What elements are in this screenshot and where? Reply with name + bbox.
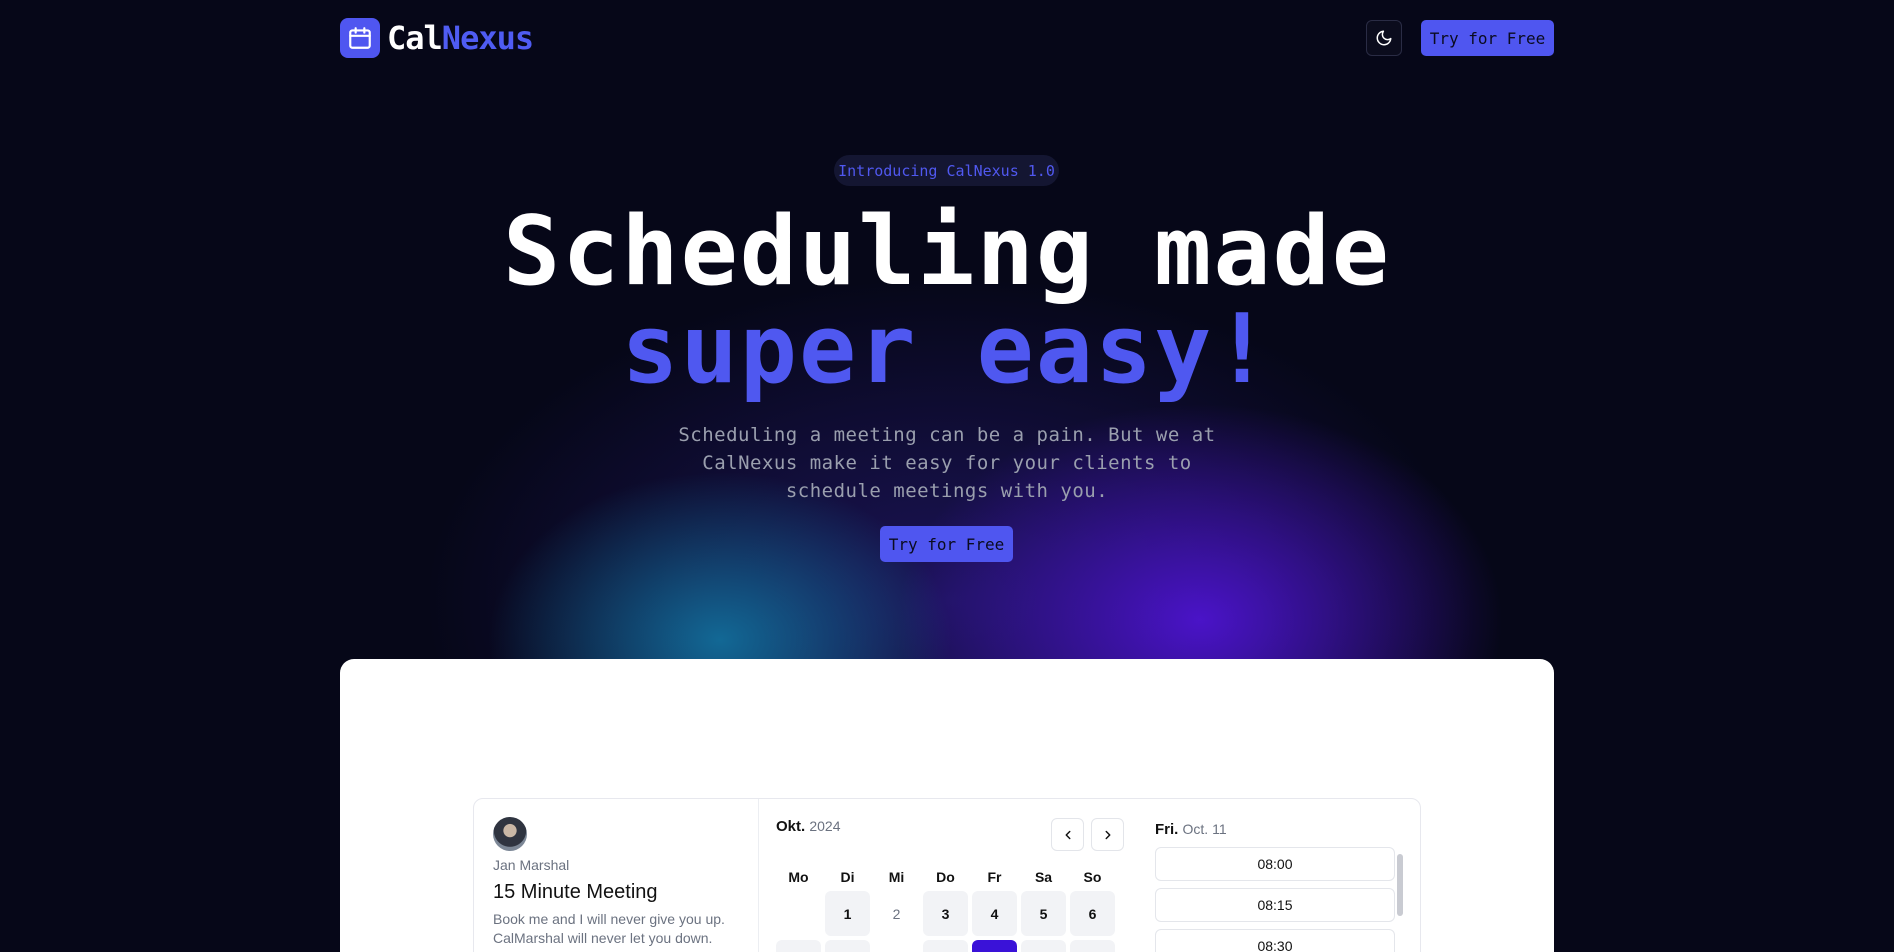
selected-date-label: Oct. 11 [1182,821,1227,837]
calendar-grid: Mo Di Mi Do Fr Sa So 1 2 3 4 5 6 [776,869,1115,952]
brand-name-cal: Cal [387,19,443,57]
month-label: Okt. [776,818,806,835]
weekday-header: Mo [788,869,809,885]
headline-line-1: Scheduling made [503,197,1391,307]
weekday-header: Fr [987,869,1002,885]
calendar-day[interactable]: 3 [923,891,968,936]
time-slot-button[interactable]: 08:15 [1155,888,1395,922]
host-name: Jan Marshal [493,857,570,873]
calendar-day[interactable] [1021,940,1066,952]
weekday-header: So [1083,869,1102,885]
theme-toggle-button[interactable] [1366,20,1402,56]
calendar-day-unavailable: 2 [892,905,901,922]
hero-subtext: Scheduling a meeting can be a pain. But … [678,424,1216,502]
meeting-title: 15 Minute Meeting [493,881,658,903]
nav-actions: Try for Free [1366,20,1554,56]
hero-try-free-button[interactable]: Try for Free [880,526,1013,562]
time-slots: Fri. Oct. 11 08:00 08:15 08:30 [1141,799,1421,952]
calendar-empty-cell [874,940,919,952]
moon-icon [1376,30,1392,46]
avatar [493,817,527,851]
headline-line-2: super easy! [621,295,1273,405]
weekday-header: Mi [888,869,905,885]
booking-widget: Jan Marshal 15 Minute Meeting Book me an… [473,798,1421,952]
month-navigation [1051,818,1124,851]
calendar-day[interactable]: 5 [1021,891,1066,936]
top-navigation: CalNexus Try for Free [340,17,1554,59]
hero-headline: Scheduling made super easy! [0,203,1894,399]
weekday-header: Di [840,869,855,885]
calendar-day[interactable] [776,940,821,952]
meeting-info: Jan Marshal 15 Minute Meeting Book me an… [474,799,759,952]
preview-panel: Jan Marshal 15 Minute Meeting Book me an… [340,659,1554,952]
weekday-header: Sa [1034,869,1053,885]
calendar-day[interactable]: 6 [1070,891,1115,936]
intro-badge: Introducing CalNexus 1.0 [834,155,1059,186]
calendar-empty-cell [776,891,821,936]
selected-weekday: Fri. [1155,821,1179,838]
prev-month-button[interactable] [1051,818,1084,851]
selected-date: Fri. Oct. 11 [1155,821,1407,838]
year-label: 2024 [809,818,841,834]
calendar-day[interactable] [923,940,968,952]
chevron-left-icon [1065,830,1070,839]
brand-logo[interactable]: CalNexus [340,18,534,58]
calendar-day[interactable] [825,940,870,952]
slot-list-scrollbar[interactable] [1397,854,1403,916]
calendar-day[interactable]: 4 [972,891,1017,936]
calendar-day[interactable]: 1 [825,891,870,936]
calendar-icon [340,18,380,58]
calendar-day[interactable] [1070,940,1115,952]
brand-name-nexus: Nexus [441,19,534,57]
chevron-right-icon [1105,830,1110,839]
calendar-day-selected[interactable] [972,940,1017,952]
time-slot-list: 08:00 08:15 08:30 [1155,847,1395,952]
weekday-header: Do [936,869,955,885]
nav-try-free-button[interactable]: Try for Free [1421,20,1554,56]
next-month-button[interactable] [1091,818,1124,851]
time-slot-button[interactable]: 08:00 [1155,847,1395,881]
time-slot-button[interactable]: 08:30 [1155,929,1395,952]
calendar: Okt. 2024 Mo Di Mi Do Fr Sa So 1 2 3 4 5… [760,799,1140,952]
brand-name: CalNexus [387,19,534,57]
meeting-description: Book me and I will never give you up. Ca… [493,911,725,946]
